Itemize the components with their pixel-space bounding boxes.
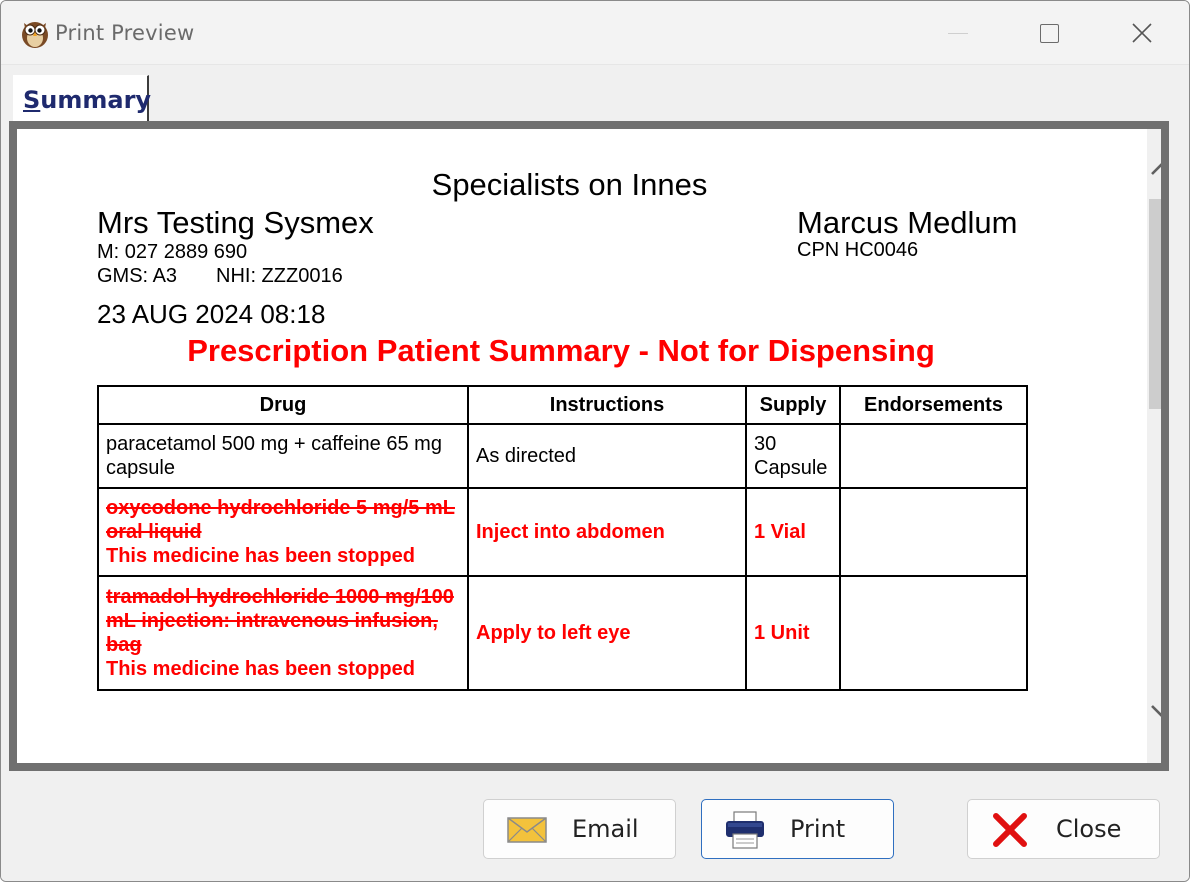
practice-name: Specialists on Innes <box>431 167 708 202</box>
stopped-note: This medicine has been stopped <box>106 658 415 680</box>
instructions-cell: Apply to left eye <box>467 575 747 691</box>
doctor-cpn: CPN HC0046 <box>797 239 919 261</box>
vertical-scrollbar[interactable] <box>1147 129 1161 763</box>
table-row: tramadol hydrochloride 1000 mg/100 mL in… <box>97 575 1028 691</box>
column-header-supply: Supply <box>745 385 841 425</box>
close-icon <box>1132 23 1152 43</box>
maximize-button[interactable] <box>1026 15 1072 51</box>
minimize-button[interactable] <box>935 15 981 51</box>
drug-name-stopped: oxycodone hydrochloride 5 mg/5 mL oral l… <box>106 497 455 543</box>
column-header-drug: Drug <box>97 385 469 425</box>
close-button[interactable]: Close <box>967 799 1160 859</box>
chevron-down-icon <box>1151 705 1161 717</box>
prescription-table: Drug Instructions Supply Endorsements pa… <box>97 385 1028 691</box>
drug-cell: oxycodone hydrochloride 5 mg/5 mL oral l… <box>97 487 469 577</box>
window-title: Print Preview <box>55 21 195 45</box>
patient-nhi: NHI: ZZZ0016 <box>216 265 343 287</box>
scroll-up-button[interactable] <box>1147 151 1161 185</box>
table-row: paracetamol 500 mg + caffeine 65 mg caps… <box>97 423 1028 489</box>
chevron-up-icon <box>1151 163 1161 175</box>
tab-summary[interactable]: Summary <box>13 75 151 121</box>
printer-icon <box>726 811 764 849</box>
tab-summary-mnemonic: S <box>23 86 41 114</box>
drug-name: paracetamol 500 mg + caffeine 65 mg caps… <box>106 433 442 479</box>
close-button-label: Close <box>1056 815 1122 843</box>
drug-name-stopped: tramadol hydrochloride 1000 mg/100 mL in… <box>106 586 454 656</box>
endorsements-cell <box>839 423 1028 489</box>
minimize-icon <box>948 32 968 34</box>
title-bar: Print Preview <box>1 1 1189 65</box>
preview-page: Specialists on Innes Mrs Testing Sysmex … <box>17 129 1161 763</box>
print-button-label: Print <box>790 815 846 843</box>
email-button-label: Email <box>572 815 639 843</box>
maximize-icon <box>1039 23 1059 43</box>
email-button[interactable]: Email <box>483 799 676 859</box>
scroll-down-button[interactable] <box>1147 695 1161 729</box>
supply-cell: 1 Unit <box>745 575 841 691</box>
column-header-instructions: Instructions <box>467 385 747 425</box>
instructions-cell: Inject into abdomen <box>467 487 747 577</box>
print-button[interactable]: Print <box>701 799 894 859</box>
scroll-thumb[interactable] <box>1149 199 1161 409</box>
tab-strip: Summary <box>1 65 1189 121</box>
endorsements-cell <box>839 575 1028 691</box>
not-for-dispensing-banner: Prescription Patient Summary - Not for D… <box>187 333 935 368</box>
window-close-button[interactable] <box>1119 15 1165 51</box>
column-header-endorsements: Endorsements <box>839 385 1028 425</box>
prescription-document: Specialists on Innes Mrs Testing Sysmex … <box>17 129 1145 763</box>
preview-frame: Specialists on Innes Mrs Testing Sysmex … <box>9 121 1169 771</box>
table-row: oxycodone hydrochloride 5 mg/5 mL oral l… <box>97 487 1028 577</box>
instructions-cell: As directed <box>467 423 747 489</box>
patient-gms: GMS: A3 <box>97 265 178 287</box>
patient-mobile: M: 027 2889 690 <box>97 241 248 263</box>
print-datetime: 23 AUG 2024 08:18 <box>97 299 326 329</box>
tab-summary-label: Summary <box>23 86 151 114</box>
endorsements-cell <box>839 487 1028 577</box>
button-bar: Email Print Close <box>1 771 1189 881</box>
drug-cell: tramadol hydrochloride 1000 mg/100 mL in… <box>97 575 469 691</box>
owl-app-icon <box>22 22 48 48</box>
drug-cell: paracetamol 500 mg + caffeine 65 mg caps… <box>97 423 469 489</box>
table-header-row: Drug Instructions Supply Endorsements <box>97 385 1028 425</box>
tab-summary-label-rest: ummary <box>40 86 152 114</box>
supply-cell: 30 Capsule <box>745 423 841 489</box>
supply-cell: 1 Vial <box>745 487 841 577</box>
doctor-name: Marcus Medlum <box>797 205 1018 240</box>
patient-name: Mrs Testing Sysmex <box>97 205 374 240</box>
envelope-icon <box>507 817 547 843</box>
print-preview-window: Print Preview Summary Specialists on Inn… <box>0 0 1190 882</box>
stopped-note: This medicine has been stopped <box>106 545 415 567</box>
red-x-icon <box>993 813 1027 847</box>
